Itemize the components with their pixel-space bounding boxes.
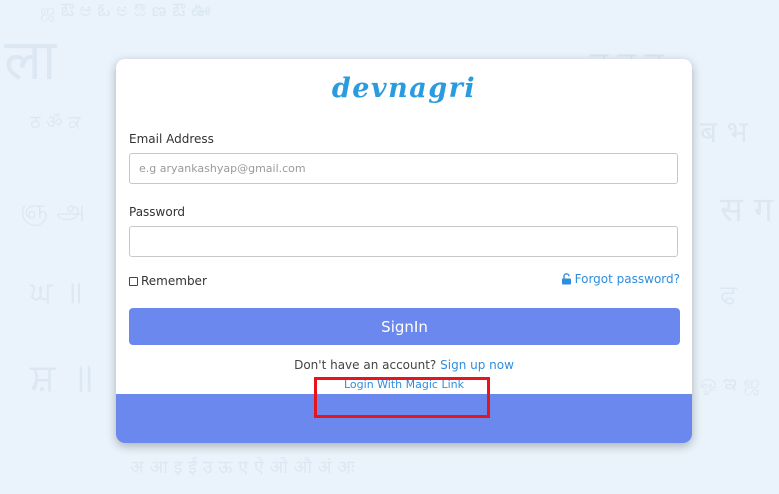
- forgot-password-label[interactable]: Forgot password?: [575, 272, 680, 286]
- background-script-glyph: ला: [4, 28, 57, 93]
- unlock-icon: [561, 273, 572, 285]
- background-script-glyph: स ग: [720, 190, 773, 230]
- background-script-glyph: ब भ: [700, 115, 748, 150]
- password-label: Password: [129, 205, 186, 219]
- email-label: Email Address: [129, 132, 214, 146]
- background-script-glyph: ஞ அ: [20, 195, 86, 225]
- forgot-password-link[interactable]: Forgot password?: [561, 272, 680, 286]
- checkbox-box[interactable]: [129, 276, 138, 286]
- signin-button[interactable]: SignIn: [129, 308, 680, 345]
- signup-link[interactable]: Sign up now: [440, 358, 514, 372]
- background-script-glyph: ਸ਼ ॥: [30, 355, 93, 399]
- background-script-glyph: अ आ इ ई उ ऊ ए ऐ ओ औ अं अः: [130, 457, 355, 478]
- signup-prompt-line: Don't have an account? Sign up now: [116, 358, 692, 372]
- signup-prompt-text: Don't have an account?: [294, 358, 437, 372]
- background-script-glyph: ਘ ॥: [30, 275, 83, 310]
- remember-checkbox[interactable]: Remember: [129, 274, 207, 288]
- background-script-glyph: ஓ ఇ ஜ: [700, 370, 760, 394]
- password-input[interactable]: [129, 226, 678, 257]
- devnagri-logo: devnagri: [331, 73, 477, 104]
- background-script-glyph: ठ ॐ ਕ: [30, 112, 81, 133]
- highlight-annotation-box: [314, 377, 490, 418]
- background-script-glyph: ਫ: [720, 280, 737, 310]
- remember-label: Remember: [141, 274, 207, 288]
- background-script-glyph: ஜ ఔ ಆ ఓ ಅ ಔ ణ ఔ ఊ: [40, 0, 211, 21]
- email-input[interactable]: [129, 153, 678, 184]
